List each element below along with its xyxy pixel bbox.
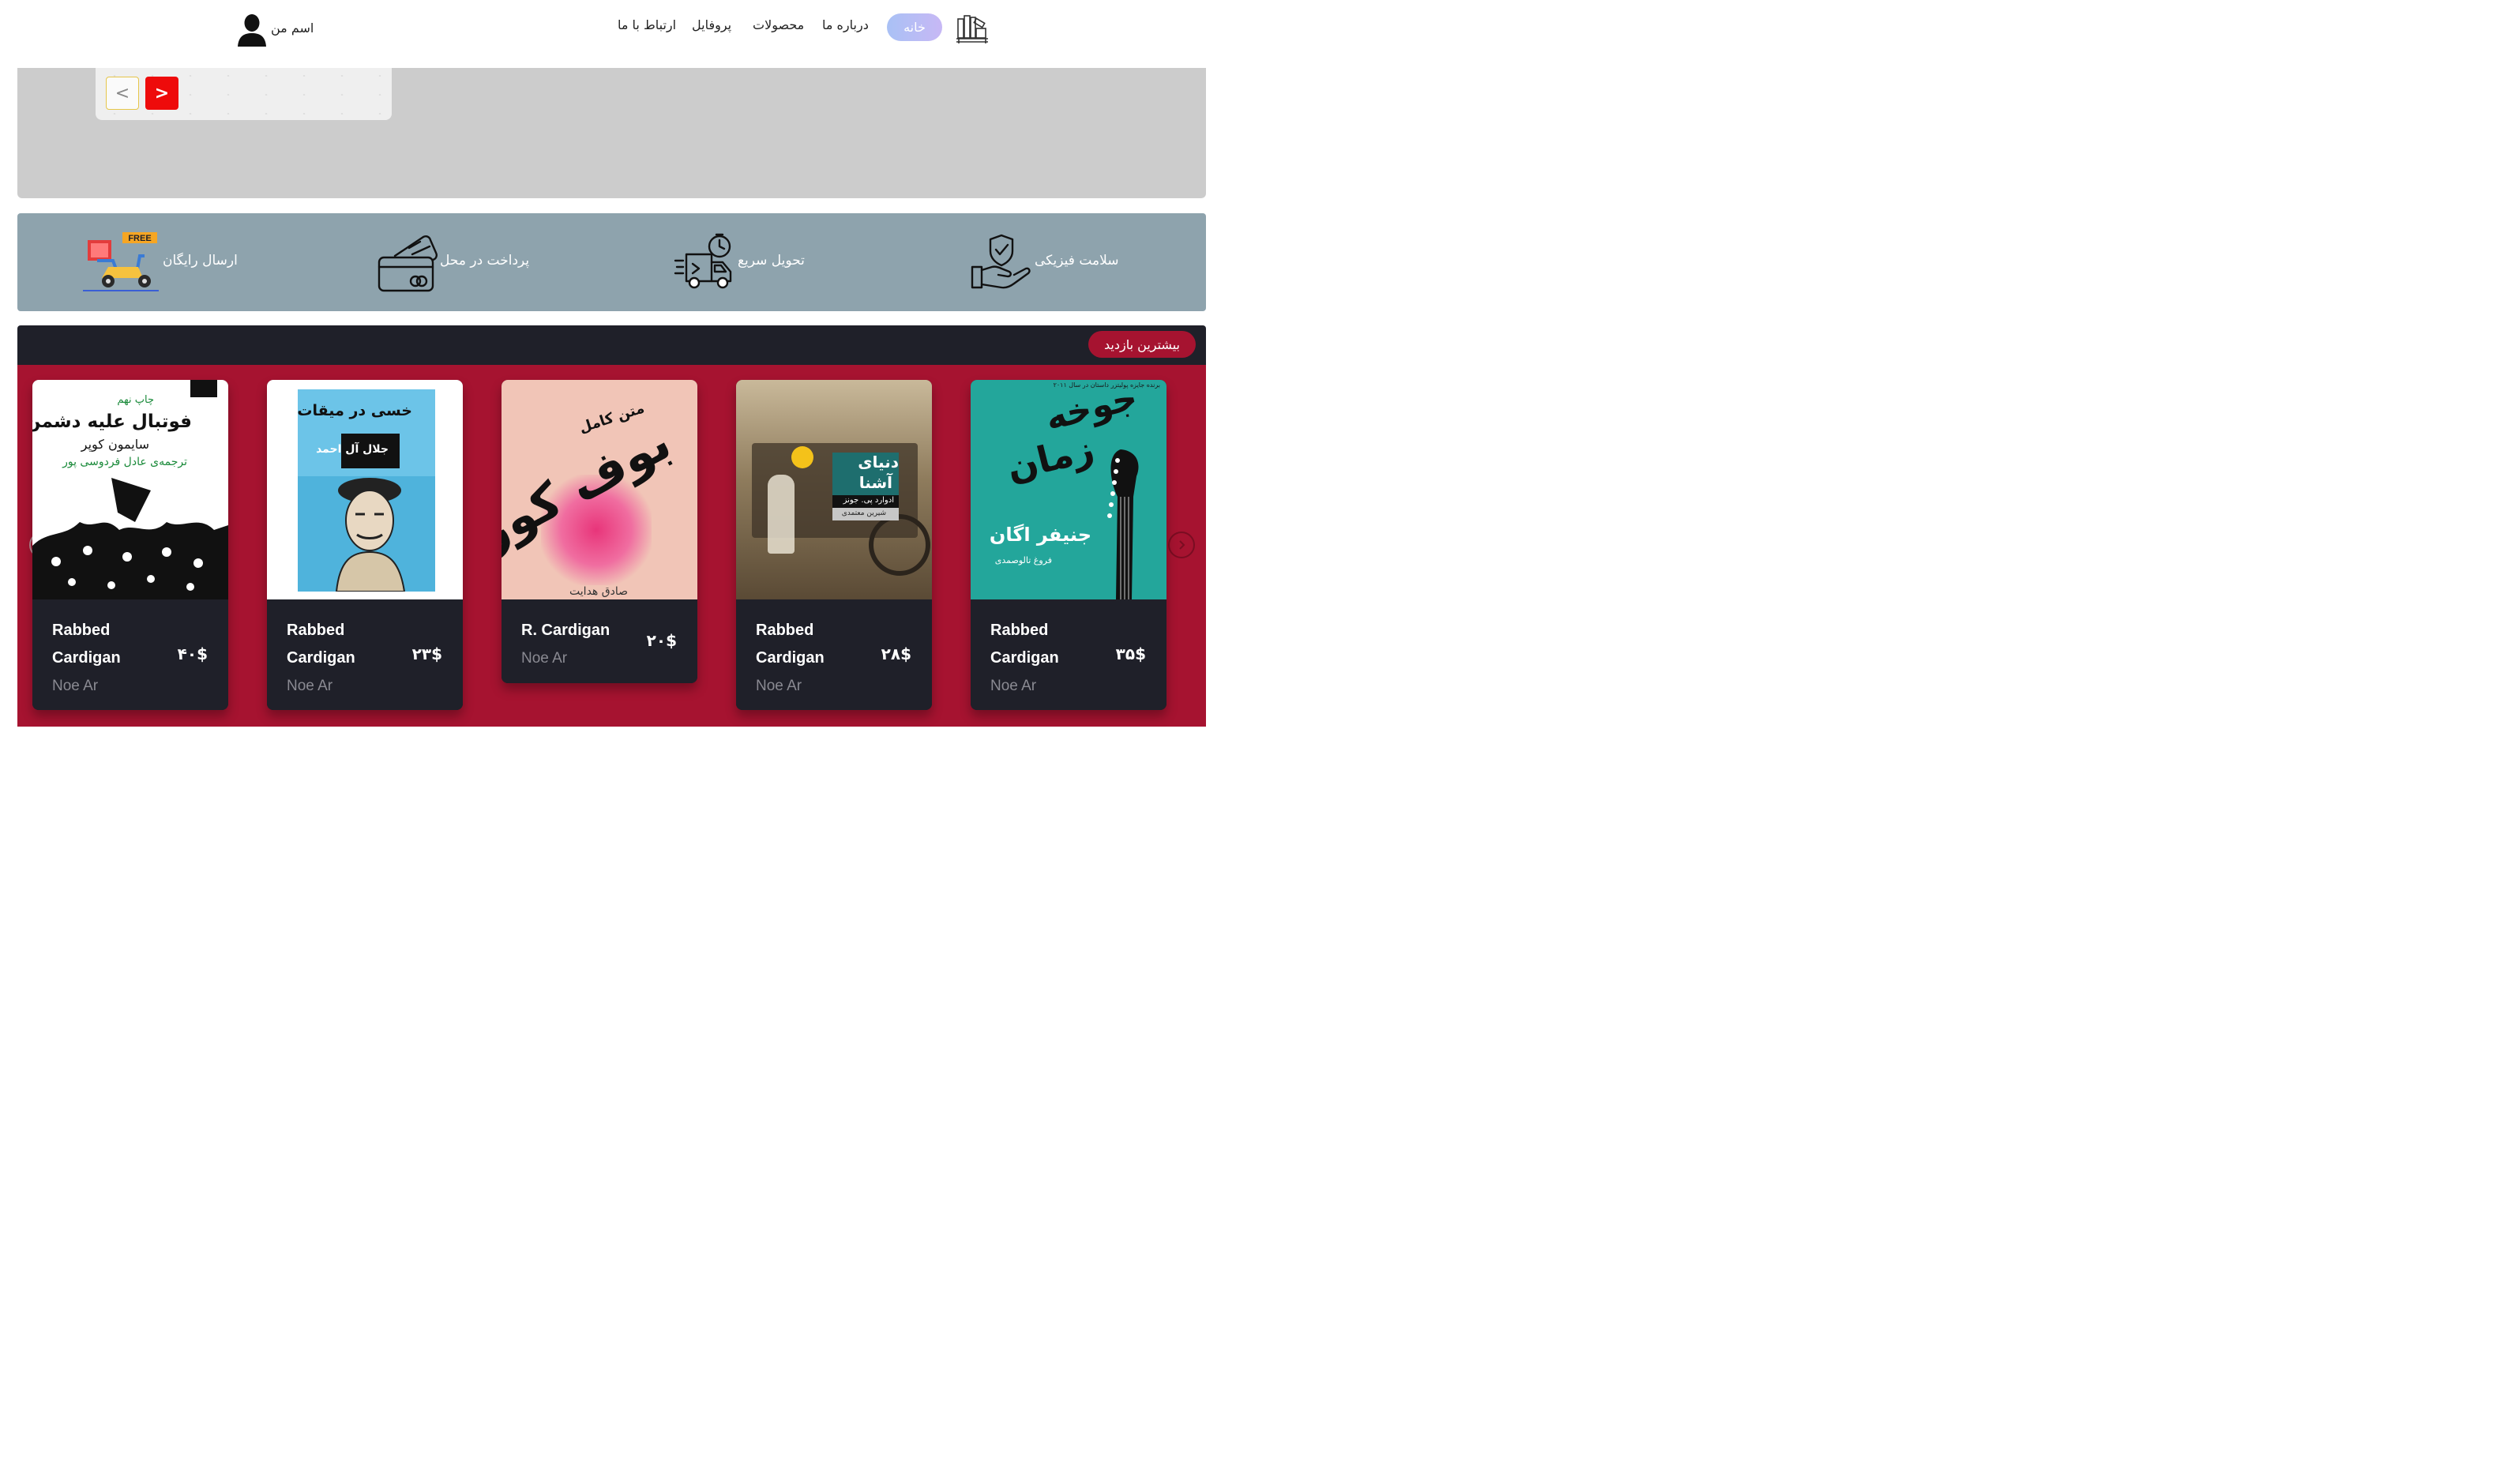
book-cover-image: خسی در میقات جلال آل احمد — [267, 380, 463, 599]
book-author: Noe Ar — [990, 678, 1037, 694]
user-name[interactable]: اسم من — [271, 21, 314, 36]
book-info: R. Cardigan ۲۰$ Noe Ar — [502, 599, 697, 683]
book-price: ۲۳$ — [411, 644, 442, 663]
book-cover-text: شیرین معتمدی — [841, 509, 886, 517]
book-cover-image: چاپ نهم فوتبال علیه دشمن سایمون کوپر ترج… — [32, 380, 228, 599]
book-cover-text: جلال آل احمد — [316, 443, 389, 456]
slider-prev-button[interactable]: < — [106, 77, 139, 110]
book-cover-text: جوخه — [1041, 380, 1142, 439]
book-cover-text: فروغ تالوصمدی — [994, 555, 1052, 565]
book-price: ۲۰$ — [646, 631, 677, 650]
book-title: Rabbed Cardigan — [287, 622, 355, 667]
book-author: Noe Ar — [756, 678, 802, 694]
book-cover-image: متن کامل بوف کور صادق هدایت — [502, 380, 697, 599]
book-author: Noe Ar — [52, 678, 99, 694]
book-price: ۲۸$ — [881, 644, 911, 663]
book-cover-image: برنده جایزه پولیتزر داستان در سال ۲۰۱۱ ج… — [971, 380, 1166, 599]
top-navbar — [0, 0, 1238, 68]
fast-delivery-truck-icon — [674, 233, 732, 289]
carousel-next-button[interactable] — [1168, 532, 1195, 558]
book-cover-text: ترجمه‌ی عادل فردوسی پور — [62, 456, 187, 468]
book-cover-text: چاپ نهم — [117, 394, 154, 406]
author-portrait-illustration — [335, 478, 406, 592]
most-visited-header — [17, 325, 1206, 365]
feature-free-shipping-label: ارسال رایگان — [163, 253, 238, 269]
nav-contact-link[interactable]: ارتباط با ما — [618, 17, 676, 32]
book-author: Noe Ar — [287, 678, 333, 694]
book-card[interactable]: خسی در میقات جلال آل احمد Rabbed Cardiga… — [267, 380, 463, 710]
book-title: Rabbed Cardigan — [990, 622, 1059, 667]
guitar-illustration — [1107, 449, 1139, 599]
feature-pay-on-delivery-label: پرداخت در محل — [440, 253, 530, 269]
book-cover-text: زمان — [1001, 426, 1098, 490]
book-cover-image: دنیای آشنا ادوارد پی. جونز شیرین معتمدی — [736, 380, 932, 599]
book-info: Rabbed Cardigan ۴۰$ Noe Ar — [32, 599, 228, 710]
book-cover-text: سایمون کوپر — [81, 437, 149, 452]
feature-physical-health-label: سلامت فیزیکی — [1035, 253, 1119, 269]
chevron-right-icon — [1179, 540, 1185, 550]
book-price: ۴۰$ — [177, 644, 208, 663]
nav-profile-link[interactable]: پروفایل — [692, 17, 731, 32]
book-title: R. Cardigan — [521, 622, 610, 639]
book-info: Rabbed Cardigan ۲۳$ Noe Ar — [267, 599, 463, 710]
book-info: Rabbed Cardigan ۳۵$ Noe Ar — [971, 599, 1166, 710]
nav-about-link[interactable]: درباره ما — [822, 17, 869, 32]
slider-controls-panel — [96, 68, 392, 120]
feature-fast-delivery-label: تحویل سریع — [738, 253, 805, 269]
book-card[interactable]: برنده جایزه پولیتزر داستان در سال ۲۰۱۱ ج… — [971, 380, 1166, 710]
publisher-logo — [190, 380, 217, 397]
bookshelf-logo-icon[interactable] — [956, 13, 989, 44]
book-price: ۳۵$ — [1115, 644, 1146, 663]
book-card[interactable]: متن کامل بوف کور صادق هدایت R. Cardigan … — [502, 380, 697, 683]
book-cover-text: فوتبال علیه دشمن — [32, 411, 192, 432]
book-info: Rabbed Cardigan ۲۸$ Noe Ar — [736, 599, 932, 710]
book-cover-text: دنیای — [858, 453, 899, 471]
book-cover-text: صادق هدایت — [569, 585, 628, 598]
book-cover-text: خسی در میقات — [297, 402, 412, 419]
user-avatar-icon[interactable] — [237, 12, 267, 47]
book-cover-text: آشنا — [858, 473, 892, 492]
free-shipping-scooter-icon: FREE — [83, 232, 159, 291]
hand-shield-icon — [971, 234, 1031, 289]
nav-home-button[interactable]: خانه — [887, 13, 942, 41]
nav-products-link[interactable]: محصولات — [753, 17, 804, 32]
book-cover-text: جنیفر اگان — [989, 524, 1091, 546]
book-title: Rabbed Cardigan — [756, 622, 825, 667]
free-badge-text: FREE — [128, 234, 151, 243]
slider-next-button[interactable]: > — [145, 77, 178, 110]
credit-card-icon — [378, 235, 438, 292]
book-title: Rabbed Cardigan — [52, 622, 121, 667]
book-card[interactable]: دنیای آشنا ادوارد پی. جونز شیرین معتمدی … — [736, 380, 932, 710]
most-visited-title: بیشترین بازدید — [1088, 331, 1196, 358]
book-card[interactable]: چاپ نهم فوتبال علیه دشمن سایمون کوپر ترج… — [32, 380, 228, 710]
book-cover-text: ادوارد پی. جونز — [843, 496, 894, 505]
book-author: Noe Ar — [521, 650, 568, 667]
crowd-illustration — [32, 478, 228, 599]
